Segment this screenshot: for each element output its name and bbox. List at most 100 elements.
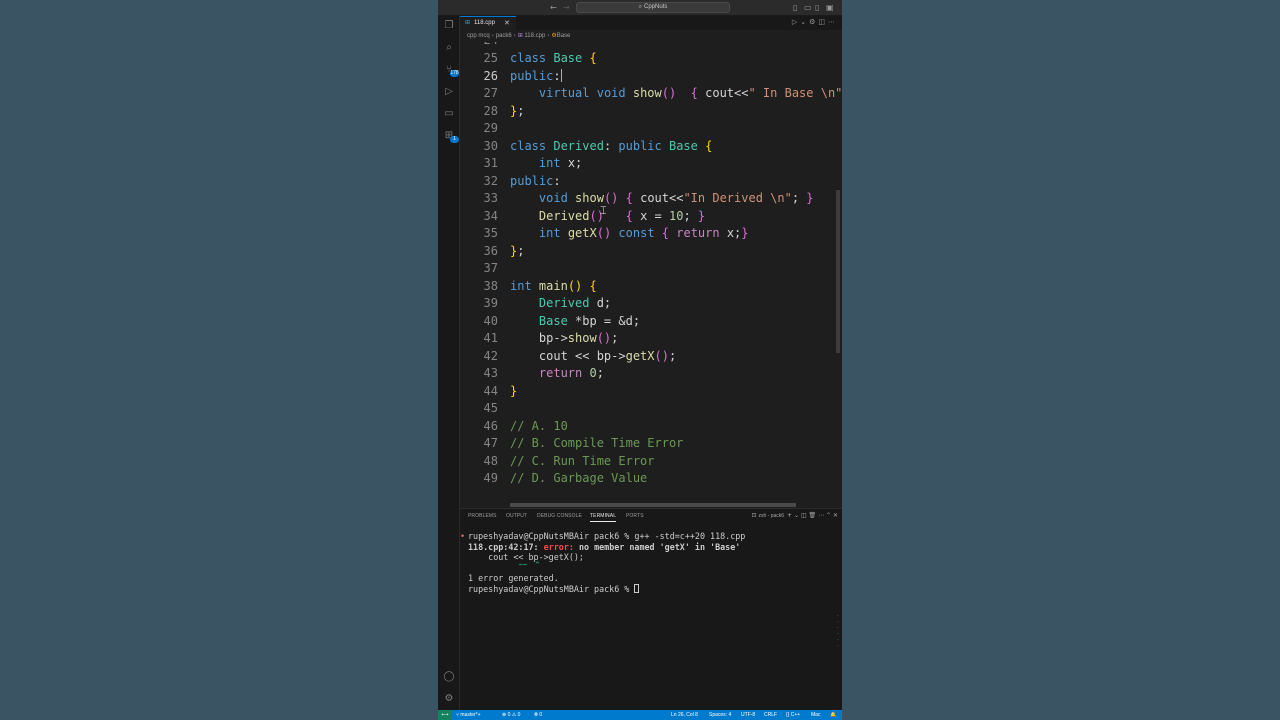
- back-arrow-icon[interactable]: ←: [550, 2, 557, 14]
- terminal-prompt-line: rupeshyadav@CppNutsMBAir pack6 %: [468, 583, 640, 594]
- files-icon[interactable]: ❐: [442, 19, 456, 33]
- eol-status[interactable]: CRLF: [764, 710, 777, 720]
- maximize-panel-icon[interactable]: ⌃: [826, 512, 831, 519]
- cpp-file-icon: ⊞: [517, 32, 523, 39]
- language-status[interactable]: {} C++: [786, 710, 800, 720]
- breadcrumb-file[interactable]: 118.cpp: [524, 33, 545, 39]
- terminal-scroll-markers: · · · · · ·: [837, 613, 839, 649]
- trash-icon[interactable]: 🗑: [809, 512, 817, 519]
- text-cursor: [560, 68, 562, 82]
- tab-terminal[interactable]: TERMINAL: [590, 513, 617, 522]
- customize-layout-icon[interactable]: ▣: [826, 2, 834, 14]
- chevron-down-icon[interactable]: ⌄: [800, 18, 809, 26]
- answer-option-a: // A. 10: [510, 418, 568, 433]
- tab-output[interactable]: OUTPUT: [506, 513, 527, 519]
- code-line: 43 return 0;: [483, 366, 604, 380]
- terminal-error-line: 118.cpp:42:17: error: no member named 'g…: [468, 541, 741, 552]
- search-icon[interactable]: ⌕: [442, 41, 456, 55]
- code-line: 41 bp->show();: [483, 331, 619, 345]
- command-center-search[interactable]: ⌕ CppNuts: [576, 2, 730, 13]
- code-line: 33 void show() { cout<<"In Derived \n"; …: [483, 191, 814, 205]
- code-line: 29: [483, 121, 498, 135]
- code-line: 30 class Derived: public Base {: [483, 138, 713, 153]
- code-line: 37: [483, 261, 498, 275]
- more-icon[interactable]: ⋯: [828, 18, 838, 26]
- code-line: 44}: [483, 383, 518, 398]
- answer-option-b: // B. Compile Time Error: [510, 436, 684, 450]
- braces-icon: {}: [786, 712, 790, 718]
- code-line: 24: [460, 42, 842, 50]
- code-editor[interactable]: 24 25class Base { 26public: 27 virtual v…: [460, 42, 842, 506]
- cpp-file-icon: ⊞: [465, 19, 471, 26]
- terminal-line: 1 error generated.: [468, 573, 559, 583]
- breadcrumb-symbol[interactable]: Base: [557, 33, 571, 39]
- chevron-down-icon[interactable]: ⌄: [794, 512, 799, 519]
- code-line: 27 virtual void show() { cout<<" In Base…: [483, 86, 842, 100]
- ports-icon: ⦾: [534, 712, 539, 718]
- remote-explorer-icon[interactable]: ▭: [442, 107, 456, 121]
- code-line: 48// C. Run Time Error: [460, 453, 842, 471]
- vertical-scrollbar[interactable]: [836, 190, 840, 353]
- code-line: 31 int x;: [483, 156, 583, 170]
- more-icon[interactable]: ⋯: [818, 512, 824, 519]
- tab-label: 118.cpp: [474, 20, 495, 26]
- terminal-line: • rupeshyadav@CppNutsMBAir pack6 % g++ -s…: [460, 531, 746, 541]
- terminal-name[interactable]: zsh - pack6: [758, 513, 784, 519]
- code-line: 25 class Base {: [483, 51, 597, 65]
- cursor-position[interactable]: Ln 26, Col 8: [671, 710, 698, 720]
- add-terminal-icon[interactable]: +: [787, 512, 792, 519]
- settings-icon[interactable]: ⚙: [809, 18, 818, 26]
- branch-status[interactable]: ⑂ master*+: [456, 710, 481, 720]
- code-line: 35 int getX() const { return x;}: [483, 226, 749, 240]
- status-bar: ⟷ ⑂ master*+ ⊗ 0 ⚠ 0 ⦾ 0 Ln 26, Col 8 Sp…: [438, 710, 842, 720]
- remote-indicator-icon[interactable]: ⟷: [438, 710, 452, 720]
- code-line: 36};: [483, 243, 525, 258]
- editor-actions: ▷⌄⚙◫⋯: [792, 18, 838, 26]
- forward-arrow-icon[interactable]: →: [563, 2, 570, 14]
- code-line: 45: [483, 401, 498, 415]
- activity-bar: ❐ ⌕ ⑂ 178 ▷ ▭ ⊞ 1 ◯ ⚙: [438, 16, 460, 710]
- search-icon: ⌕: [638, 4, 643, 10]
- vscode-window: ← → ⌕ CppNuts ▯ ▭ ▯ ▣ ❐ ⌕ ⑂ 178 ▷ ▭ ⊞ 1 ◯…: [438, 0, 842, 720]
- indentation-status[interactable]: Spaces: 4: [709, 710, 731, 720]
- platform-status[interactable]: Mac: [811, 710, 820, 720]
- code-line: 39 Derived d;: [483, 296, 612, 310]
- code-line: 46// A. 10: [460, 418, 842, 436]
- toggle-sidebar-icon[interactable]: ▯: [793, 2, 797, 14]
- split-editor-icon[interactable]: ◫: [818, 18, 828, 26]
- toggle-panel-icon[interactable]: ▭: [804, 2, 812, 14]
- breadcrumb-folder[interactable]: cpp mcq: [467, 33, 490, 39]
- error-icon: ⊗: [502, 712, 507, 718]
- close-panel-icon[interactable]: ✕: [833, 512, 838, 519]
- code-line: 40 Base *bp = &d;: [483, 313, 641, 328]
- code-line: 47// B. Compile Time Error: [460, 435, 842, 453]
- split-terminal-icon[interactable]: ◫: [801, 512, 807, 519]
- breadcrumb: cpp mcq › pack6 › ⊞ 118.cpp › ⚙Base: [460, 30, 842, 42]
- answer-option-d: // D. Garbage Value: [510, 471, 648, 485]
- code-line: 28};: [483, 103, 525, 118]
- tab-118-cpp[interactable]: ⊞ 118.cpp ✕: [460, 16, 516, 30]
- tab-problems[interactable]: PROBLEMS: [468, 513, 497, 519]
- tab-ports[interactable]: PORTS: [626, 513, 644, 519]
- horizontal-scrollbar[interactable]: [510, 503, 796, 507]
- code-line: 38 int main() {: [483, 278, 597, 293]
- tab-debug-console[interactable]: DEBUG CONSOLE: [537, 513, 582, 519]
- code-line: 32 public:: [483, 173, 561, 188]
- settings-gear-icon[interactable]: ⚙: [442, 692, 456, 706]
- run-icon[interactable]: ▷: [792, 18, 800, 26]
- editor-tabs: ⊞ 118.cpp ✕ ▷⌄⚙◫⋯: [460, 16, 842, 30]
- terminal-cursor: [634, 583, 640, 593]
- encoding-status[interactable]: UTF-8: [741, 710, 755, 720]
- terminal-line: ~~ ^: [468, 561, 540, 569]
- run-debug-icon[interactable]: ▷: [442, 85, 456, 99]
- ports-status[interactable]: ⦾ 0: [534, 710, 542, 720]
- account-icon[interactable]: ◯: [442, 670, 456, 684]
- notifications-bell-icon[interactable]: 🔔: [830, 710, 836, 720]
- toggle-secondary-sidebar-icon[interactable]: ▯: [815, 2, 819, 14]
- code-line: 42 cout << bp->getX();: [483, 348, 677, 363]
- code-line: 49// D. Garbage Value: [460, 470, 842, 488]
- breadcrumb-subfolder[interactable]: pack6: [496, 33, 512, 39]
- problems-status[interactable]: ⊗ 0 ⚠ 0: [502, 710, 520, 720]
- terminal-icon: ⊡: [751, 512, 757, 519]
- close-icon[interactable]: ✕: [504, 19, 510, 27]
